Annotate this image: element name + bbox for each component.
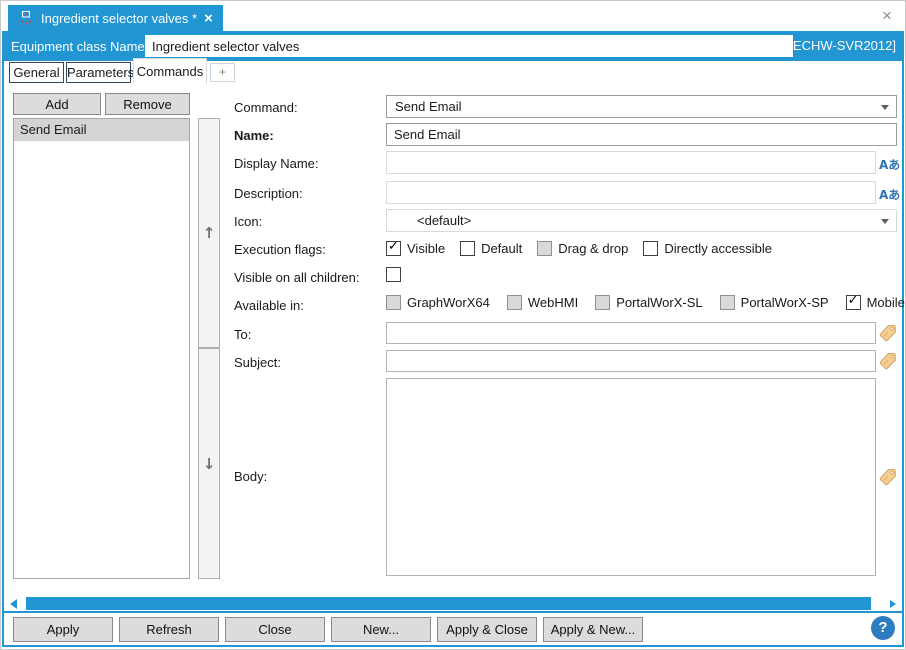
available-in-label: Available in: — [234, 298, 304, 313]
down-arrow-icon: ↓ — [202, 454, 216, 473]
checkbox-box — [537, 241, 553, 256]
checkbox-label: Default — [481, 241, 523, 256]
visible-on-all-children-label: Visible on all children: — [234, 270, 360, 285]
body-textarea[interactable] — [386, 378, 876, 576]
equipment-class-name-label: Equipment class Name: — [11, 38, 149, 54]
header-bar: Equipment class Name: [TECHW-SVR2012] — [2, 31, 904, 61]
scrollbar-left-arrow[interactable] — [10, 599, 17, 609]
document-tab-close-icon[interactable]: × — [204, 10, 213, 27]
checkbox-box: ✓ — [845, 293, 861, 310]
commands-listbox[interactable]: Send Email — [13, 118, 190, 579]
close-button[interactable]: Close — [225, 617, 325, 642]
icon-combobox[interactable]: <default> — [386, 209, 897, 232]
check-icon: ✓ — [847, 293, 859, 308]
checkbox-box — [460, 241, 476, 256]
checkbox-box — [719, 295, 735, 310]
checkbox-portalworx-sl: PortalWorX-SL — [595, 295, 703, 310]
checkbox-box: ✓ — [386, 239, 401, 256]
remove-command-button[interactable]: Remove — [105, 93, 190, 115]
icon-combobox-value: <default> — [417, 213, 472, 228]
apply-and-close-button[interactable]: Apply & Close — [437, 617, 537, 642]
list-item-send-email[interactable]: Send Email — [14, 119, 189, 141]
apply-and-new-button[interactable]: Apply & New... — [543, 617, 643, 642]
apply-button[interactable]: Apply — [13, 617, 113, 642]
equipment-class-name-input[interactable] — [145, 35, 793, 57]
checkbox-label: Directly accessible — [664, 241, 773, 256]
execution-flags-label: Execution flags: — [234, 242, 326, 257]
description-label: Description: — [234, 186, 303, 201]
bottom-border — [2, 645, 904, 647]
right-border — [902, 31, 904, 647]
localize-icon[interactable]: Aあ — [879, 186, 900, 203]
move-down-button[interactable]: ↓ — [198, 348, 220, 579]
to-input[interactable] — [386, 322, 876, 344]
icon-label: Icon: — [234, 214, 263, 229]
checkbox-label: GraphWorX64 — [407, 295, 490, 310]
name-input[interactable] — [386, 123, 897, 146]
tag-browse-icon[interactable] — [879, 324, 897, 342]
name-label: Name: — [234, 128, 274, 143]
subject-input[interactable] — [386, 350, 876, 372]
subject-label: Subject: — [234, 355, 281, 370]
checkbox-graphworx64: GraphWorX64 — [386, 295, 490, 310]
display-name-input[interactable] — [386, 151, 876, 174]
checkbox-box — [506, 295, 522, 310]
command-combobox-value: Send Email — [395, 99, 462, 114]
chevron-down-icon — [881, 219, 889, 224]
checkbox-label: PortalWorX-SP — [740, 295, 829, 310]
check-icon: ✓ — [388, 239, 399, 254]
document-tab[interactable]: Ingredient selector valves * × — [8, 5, 223, 31]
available-in-row: GraphWorX64 WebHMI PortalWorX-SL PortalW… — [386, 293, 905, 310]
scrollbar-right-arrow[interactable] — [890, 600, 896, 608]
equipment-class-dialog: Ingredient selector valves * × × Equipme… — [0, 0, 906, 650]
checkbox-label: MobileHMI — [866, 295, 905, 310]
checkbox-box — [386, 267, 401, 282]
checkbox-drag-and-drop: Drag & drop — [537, 241, 628, 256]
checkbox-label: PortalWorX-SL — [616, 295, 703, 310]
footer-separator — [2, 611, 904, 613]
checkbox-box — [386, 295, 401, 310]
to-label: To: — [234, 327, 252, 342]
checkbox-mobilehmi[interactable]: ✓ MobileHMI — [845, 293, 905, 310]
document-tab-title: Ingredient selector valves * — [41, 10, 198, 26]
add-command-button[interactable]: Add — [13, 93, 101, 115]
checkbox-portalworx-sp: PortalWorX-SP — [719, 295, 829, 310]
localize-icon[interactable]: Aあ — [879, 156, 900, 173]
tab-parameters[interactable]: Parameters — [66, 62, 134, 83]
checkbox-label: Drag & drop — [558, 241, 629, 256]
checkbox-visible-on-all-children[interactable] — [386, 267, 401, 282]
display-name-label: Display Name: — [234, 156, 319, 171]
horizontal-scrollbar-thumb[interactable] — [26, 597, 871, 610]
help-icon[interactable]: ? — [871, 616, 895, 640]
move-up-button[interactable]: ↑ — [198, 118, 220, 348]
description-input[interactable] — [386, 181, 876, 204]
up-arrow-icon: ↑ — [202, 224, 216, 242]
tab-general[interactable]: General — [9, 62, 64, 83]
checkbox-visible[interactable]: ✓ Visible — [386, 239, 446, 256]
checkbox-webhmi: WebHMI — [506, 295, 579, 310]
checkbox-label: WebHMI — [527, 295, 579, 310]
new-button[interactable]: New... — [331, 617, 431, 642]
checkbox-box — [595, 295, 611, 310]
tag-browse-icon[interactable] — [879, 352, 897, 370]
server-badge: [TECHW-SVR2012] — [781, 38, 896, 53]
body-label: Body: — [234, 469, 268, 484]
chevron-down-icon — [881, 105, 889, 110]
tab-commands[interactable]: Commands — [133, 58, 207, 84]
refresh-button[interactable]: Refresh — [119, 617, 219, 642]
checkbox-label: Visible — [407, 241, 446, 256]
equipment-class-icon — [21, 11, 32, 25]
left-border — [2, 31, 4, 647]
command-label: Command: — [234, 100, 298, 115]
tag-browse-icon[interactable] — [879, 468, 897, 486]
window-close-icon[interactable]: × — [877, 6, 897, 26]
execution-flags-row: ✓ Visible Default Drag & drop Directly a… — [386, 239, 772, 256]
tab-add[interactable]: + — [210, 63, 235, 82]
visible-on-all-children-row — [386, 267, 401, 282]
checkbox-default[interactable]: Default — [460, 241, 522, 256]
checkbox-directly-accessible[interactable]: Directly accessible — [643, 241, 772, 256]
checkbox-box — [643, 241, 659, 256]
command-combobox[interactable]: Send Email — [386, 95, 897, 118]
